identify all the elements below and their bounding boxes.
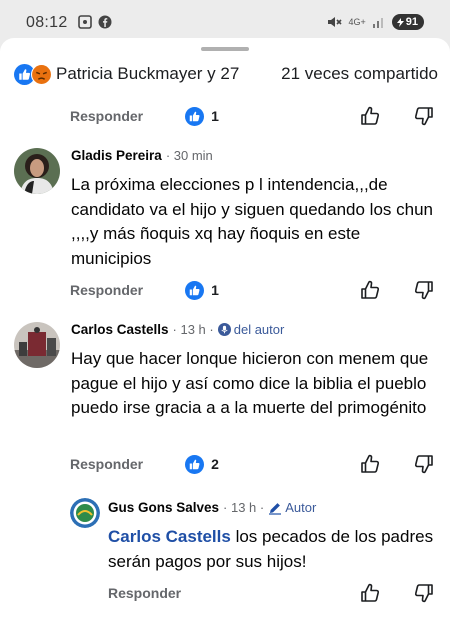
like-count-value: 2 [211,456,219,472]
upvote-icon[interactable] [360,280,380,300]
vote-buttons [360,454,434,474]
mute-icon [328,17,343,27]
share-count[interactable]: 21 veces compartido [281,64,438,84]
comment-text: Hay que hacer lonque hicieron con menem … [71,349,429,417]
downvote-icon[interactable] [414,280,434,300]
comment-header: Gus Gons Salves · 13 h · Autor [108,500,316,515]
comment-text: Carlos Castells los pecados de los padre… [108,525,436,574]
battery-indicator: 91 [391,14,424,30]
reply-action-row: Responder [108,582,434,604]
comment-text: La próxima elecciones p l intendencia,,,… [71,175,433,268]
reply-button[interactable]: Responder [70,456,143,472]
status-bar: 08:12 4G+ 91 [0,0,450,40]
comment-author[interactable]: Gus Gons Salves [108,500,219,515]
screenshot-icon [78,15,92,29]
vote-buttons [360,106,434,126]
upvote-icon[interactable] [360,106,380,126]
comment-header: Gladis Pereira · 30 min [71,148,213,163]
downvote-icon[interactable] [414,454,434,474]
author-badge-label: del autor [233,322,285,337]
network-type: 4G+ [348,16,366,27]
avatar[interactable] [14,322,60,368]
comment-action-row: Responder 2 [70,453,434,475]
reaction-icons [14,63,52,85]
upvote-icon[interactable] [360,454,380,474]
battery-level: 91 [405,16,418,28]
facebook-icon [98,15,112,29]
like-count-value: 1 [211,108,219,124]
signal-icon [372,18,383,28]
status-time: 08:12 [26,14,68,31]
like-count[interactable]: 2 [185,454,219,474]
angry-reaction-icon [31,63,52,85]
comment: Carlos Castells · 13 h · del autor Hay q… [14,322,436,472]
like-reaction-icon [185,106,205,126]
downvote-icon[interactable] [414,106,434,126]
author-badge-label: Autor [285,500,317,515]
vote-buttons [360,583,434,603]
vote-buttons [360,280,434,300]
author-badge: Autor [268,500,316,515]
reaction-names[interactable]: Patricia Buckmayer y 27 [56,64,239,84]
comment-author[interactable]: Gladis Pereira [71,148,162,163]
like-count[interactable]: 1 [185,280,219,300]
downvote-icon[interactable] [414,583,434,603]
author-badge: del autor [217,322,285,337]
user-mention[interactable]: Carlos Castells [108,527,231,546]
reactions-summary[interactable]: Patricia Buckmayer y 27 21 veces compart… [14,62,438,86]
pencil-icon [269,502,282,515]
avatar[interactable] [14,148,60,194]
comment-action-row: Responder 1 [70,279,434,301]
upvote-icon[interactable] [360,583,380,603]
comment-time: · 30 min [165,148,213,163]
avatar[interactable] [70,498,100,528]
reply-button[interactable]: Responder [70,108,143,124]
comment: Gladis Pereira · 30 min La próxima elecc… [14,148,436,298]
comment-author[interactable]: Carlos Castells [71,322,169,337]
like-count[interactable]: 1 [185,106,219,126]
battery-bolt-icon [396,17,404,27]
like-count-value: 1 [211,282,219,298]
comment-time: · 13 h · [223,500,265,515]
reply-button[interactable]: Responder [70,282,143,298]
reply-button[interactable]: Responder [108,585,181,601]
comment-header: Carlos Castells · 13 h · del autor [71,322,284,337]
comment-time: · 13 h · [172,322,214,337]
like-reaction-icon [185,280,205,300]
status-left-icons [78,15,112,29]
comments-sheet: Patricia Buckmayer y 27 21 veces compart… [0,38,450,620]
sheet-drag-handle[interactable] [201,47,249,51]
status-right-icons: 4G+ 91 [326,14,424,30]
microphone-icon [217,323,231,336]
like-reaction-icon [185,454,205,474]
post-action-row: Responder 1 [70,105,434,127]
